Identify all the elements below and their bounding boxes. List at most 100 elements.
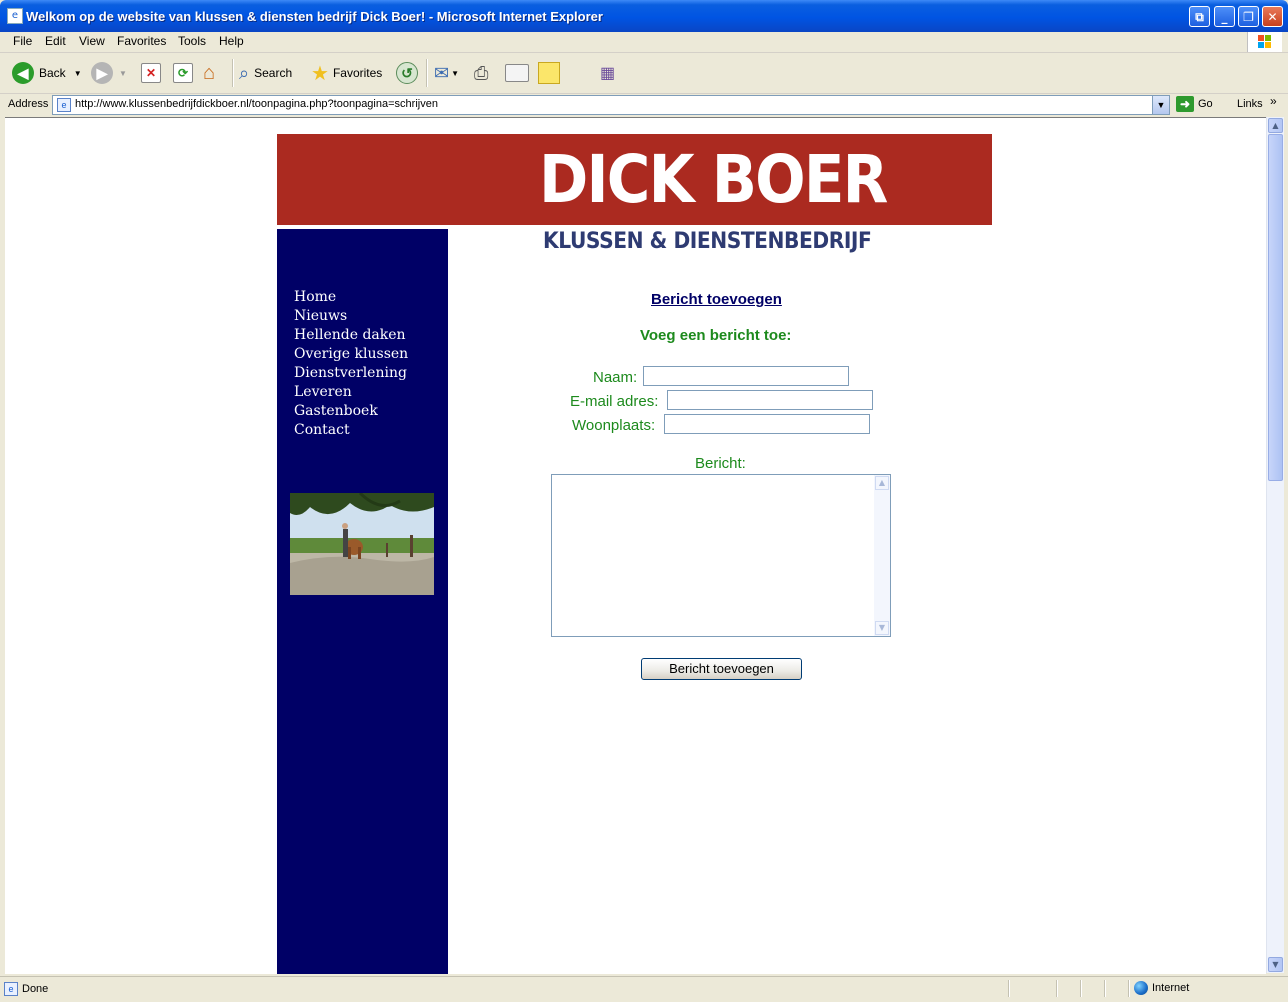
close-button[interactable]: ✕ <box>1262 6 1283 27</box>
status-text: Done <box>22 983 49 995</box>
go-arrow-icon: ➜ <box>1176 96 1194 112</box>
scroll-down-icon[interactable]: ▼ <box>875 621 889 635</box>
menu-bar: File Edit View Favorites Tools Help <box>0 32 1288 53</box>
city-field[interactable] <box>664 414 870 434</box>
note-icon <box>538 62 560 84</box>
print-button[interactable]: ⎙ <box>474 61 488 85</box>
nav-overige-klussen[interactable]: Overige klussen <box>294 345 408 364</box>
toolbar-separator <box>232 59 234 87</box>
back-label: Back <box>39 66 66 80</box>
address-bar: Address e http://www.klussenbedrijfdickb… <box>0 94 1288 116</box>
globe-icon <box>1134 981 1148 995</box>
nav-home[interactable]: Home <box>294 288 408 307</box>
menu-file[interactable]: File <box>13 34 32 48</box>
address-input[interactable]: e http://www.klussenbedrijfdickboer.nl/t… <box>52 95 1170 115</box>
history-button[interactable]: ↺ <box>396 61 418 85</box>
favorites-label: Favorites <box>332 66 383 80</box>
stop-icon: ✕ <box>141 63 161 83</box>
scroll-up-icon[interactable]: ▲ <box>875 476 889 490</box>
refresh-icon: ⟳ <box>173 63 193 83</box>
edit-icon <box>505 64 529 82</box>
mail-button[interactable]: ✉ ▼ <box>434 61 459 85</box>
standard-toolbar: ◀ Back ▼ ▶ ▼ ✕ ⟳ ⌂ ⌕ Search ★ Favorites … <box>0 53 1288 94</box>
site-banner: DICK BOER <box>277 134 992 225</box>
title-bar: e Welkom op de website van klussen & die… <box>0 0 1288 32</box>
message-label: Bericht: <box>695 455 746 472</box>
forward-arrow-icon: ▶ <box>91 62 113 84</box>
address-dropdown-icon[interactable]: ▼ <box>1152 96 1169 114</box>
links-chevron-icon[interactable]: » <box>1270 94 1277 108</box>
favorites-star-icon: ★ <box>311 62 329 85</box>
minimize-button[interactable]: _ <box>1214 6 1235 27</box>
help-icon[interactable]: ⧉ <box>1189 6 1210 27</box>
refresh-button[interactable]: ⟳ <box>173 61 193 85</box>
links-button[interactable]: Links <box>1237 98 1263 110</box>
name-label: Naam: <box>593 369 638 386</box>
forward-dropdown-icon[interactable]: ▼ <box>119 69 127 78</box>
email-label: E-mail adres: <box>570 393 659 410</box>
mail-dropdown-icon[interactable]: ▼ <box>451 69 459 78</box>
message-textarea[interactable]: ▲ ▼ <box>551 474 891 637</box>
restore-button[interactable]: ❐ <box>1238 6 1259 27</box>
toolbar-separator <box>426 59 428 87</box>
security-zone: Internet <box>1134 981 1189 995</box>
name-field[interactable] <box>643 366 849 386</box>
menu-favorites[interactable]: Favorites <box>117 34 166 48</box>
banner-title: DICK BOER <box>539 141 888 218</box>
textarea-scrollbar[interactable]: ▲ ▼ <box>874 475 890 636</box>
status-bar: e Done Internet <box>0 976 1288 1001</box>
history-icon: ↺ <box>396 62 418 84</box>
window-title: Welkom op de website van klussen & diens… <box>26 9 603 24</box>
nav-contact[interactable]: Contact <box>294 421 408 440</box>
search-label: Search <box>254 66 293 80</box>
menu-view[interactable]: View <box>79 34 105 48</box>
windows-logo-icon <box>1247 32 1282 52</box>
menu-edit[interactable]: Edit <box>45 34 66 48</box>
sidebar-nav: Home Nieuws Hellende daken Overige kluss… <box>294 288 408 440</box>
stop-button[interactable]: ✕ <box>141 61 161 85</box>
menu-help[interactable]: Help <box>219 34 244 48</box>
nav-leveren[interactable]: Leveren <box>294 383 408 402</box>
search-icon: ⌕ <box>239 62 250 83</box>
form-title[interactable]: Bericht toevoegen <box>651 291 782 308</box>
back-button[interactable]: ◀ Back ▼ <box>12 61 82 85</box>
back-dropdown-icon[interactable]: ▼ <box>74 69 82 78</box>
favorites-button[interactable]: ★ Favorites <box>311 61 382 85</box>
email-field[interactable] <box>667 390 873 410</box>
page-scrollbar[interactable]: ▲ ▼ <box>1266 117 1284 973</box>
forward-button[interactable]: ▶ ▼ <box>91 61 127 85</box>
address-label: Address <box>8 98 49 110</box>
page-viewport: DICK BOER KLUSSEN & DIENSTENBEDRIJF Home… <box>5 117 1266 974</box>
home-button[interactable]: ⌂ <box>203 61 215 85</box>
nav-nieuws[interactable]: Nieuws <box>294 307 408 326</box>
zone-label: Internet <box>1152 982 1190 994</box>
menu-tools[interactable]: Tools <box>178 34 206 48</box>
nav-dienstverlening[interactable]: Dienstverlening <box>294 364 408 383</box>
city-label: Woonplaats: <box>572 417 656 434</box>
browser-window: e Welkom op de website van klussen & die… <box>0 0 1288 1002</box>
go-label: Go <box>1198 98 1213 110</box>
page-icon: e <box>4 982 18 996</box>
go-button[interactable]: ➜ Go <box>1176 96 1213 112</box>
nav-hellende-daken[interactable]: Hellende daken <box>294 326 408 345</box>
photo-landscape <box>290 493 434 595</box>
site-subtitle: KLUSSEN & DIENSTENBEDRIJF <box>543 229 872 254</box>
discuss-button[interactable] <box>538 61 560 85</box>
research-button[interactable]: ▦ <box>600 61 615 85</box>
address-url: http://www.klussenbedrijfdickboer.nl/too… <box>75 98 438 110</box>
mail-icon: ✉ <box>434 62 450 83</box>
status-left: e Done <box>4 982 48 996</box>
submit-button[interactable]: Bericht toevoegen <box>641 658 802 680</box>
nav-gastenboek[interactable]: Gastenboek <box>294 402 408 421</box>
sidebar: Home Nieuws Hellende daken Overige kluss… <box>277 229 448 974</box>
scroll-down-icon[interactable]: ▼ <box>1268 957 1283 972</box>
sidebar-photo <box>290 493 434 595</box>
research-icon: ▦ <box>600 65 616 82</box>
scroll-up-icon[interactable]: ▲ <box>1268 118 1283 133</box>
ie-page-icon: e <box>7 8 23 24</box>
back-arrow-icon: ◀ <box>12 62 34 84</box>
edit-button[interactable] <box>505 61 529 85</box>
search-button[interactable]: ⌕ Search <box>239 61 292 85</box>
scrollbar-thumb[interactable] <box>1268 134 1283 481</box>
print-icon: ⎙ <box>474 62 489 83</box>
